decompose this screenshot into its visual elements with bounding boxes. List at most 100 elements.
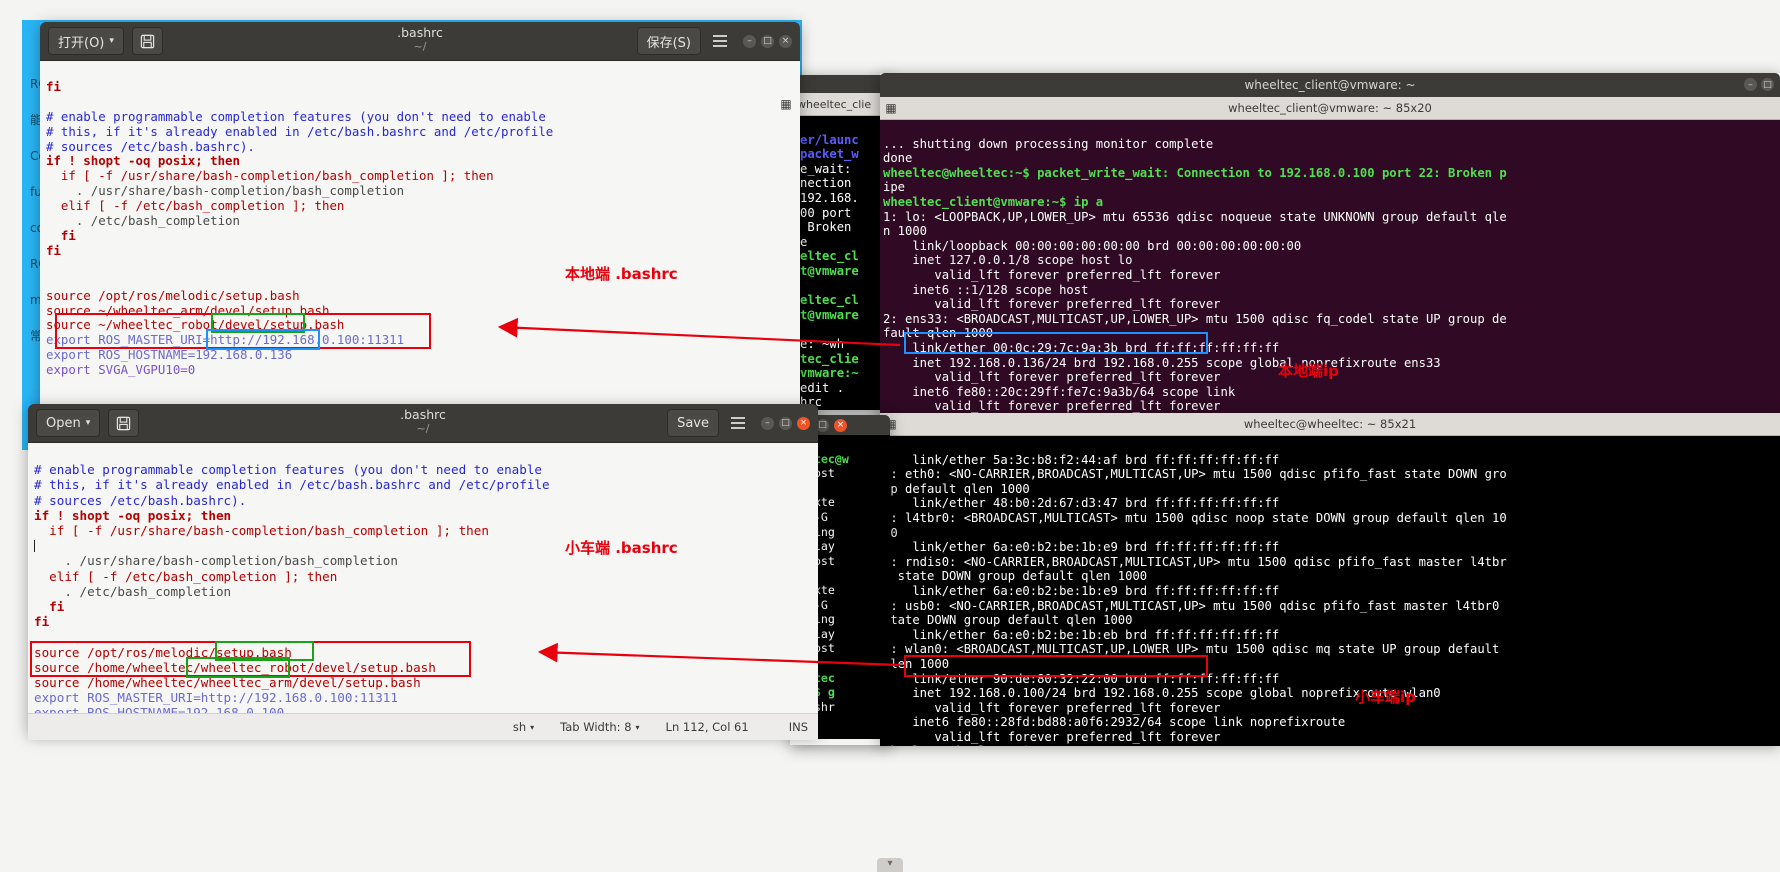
robot-line-4: 4: l4tbr0: <BROADCAST,MULTICAST> mtu 150…	[883, 510, 1507, 525]
local-code-3: # this, if it's already enabled in /etc/…	[46, 123, 554, 139]
robot-line-8: 0 state DOWN group default qlen 1000	[883, 569, 1148, 584]
terminal-window-robot[interactable]: ▦ wheeltec@wheeltec: ~ 85x21 link/ether …	[880, 413, 1780, 746]
terminal-client-titlebar[interactable]: wheeltec_client@vmware: ~ – □	[880, 73, 1780, 97]
robot-code-6: elif [ -f /etc/bash_completion ]; then	[34, 568, 338, 584]
save-icon-button[interactable]	[108, 409, 140, 437]
open-button-label: Open	[46, 415, 81, 431]
client-line-2: wheeltec@wheeltec:~$ packet_write_wait: …	[883, 165, 1507, 180]
desktop-background: ROS 能命 Con fun com ROS move 常用 ▦ wheelte…	[0, 0, 1780, 872]
client-line-0: ... shutting down processing monitor com…	[883, 136, 1214, 151]
local-code-6: if [ -f /usr/share/bash-completion/bash_…	[46, 168, 494, 184]
robot-code-4: if [ -f /usr/share/bash-completion/bash_…	[34, 523, 489, 539]
terminal-robot-tab-title[interactable]: wheeltec@wheeltec: ~ 85x21	[880, 417, 1780, 431]
open-button[interactable]: 打开(O) ▾	[48, 27, 124, 55]
local-code-11: fi	[46, 242, 61, 258]
terminal-bg-tab-label[interactable]: wheeltec_clie	[797, 98, 871, 111]
robot-line-6: link/ether 6a:e0:b2:be:1b:e9 brd ff:ff:f…	[883, 540, 1280, 555]
local-code-4: # sources /etc/bash.bashrc).	[46, 138, 255, 154]
terminal-tab-icon: ▦	[780, 97, 792, 111]
terminal-bg-tabbar[interactable]: ▦ wheeltec_clie	[775, 93, 891, 116]
chevron-down-icon: ▾	[109, 36, 114, 46]
local-code-2: # enable programmable completion feature…	[46, 108, 546, 124]
gedit-local-titlebar[interactable]: 打开(O) ▾ .bashrc ~/ 保存(S) – □ ×	[40, 22, 800, 61]
close-button[interactable]: ×	[797, 416, 810, 430]
gedit-robot-statusbar: sh ▾ Tab Width: 8 ▾ Ln 112, Col 61 INS	[28, 713, 818, 740]
terminal-client-window-buttons[interactable]: – □	[1744, 78, 1774, 91]
robot-line-12: link/ether 6a:e0:b2:be:1b:eb brd ff:ff:f…	[883, 627, 1280, 642]
local-code-8: elif [ -f /etc/bash_completion ]; then	[46, 198, 345, 214]
client-line-7: link/loopback 00:00:00:00:00:00 brd 00:0…	[883, 238, 1302, 253]
dock-indicator[interactable]: ▾	[877, 858, 903, 872]
robot-code-5: . /usr/share/bash-completion/bash_comple…	[34, 553, 398, 569]
save-button[interactable]: 保存(S)	[636, 27, 701, 55]
client-line-10: inet6 ::1/128 scope host	[883, 282, 1089, 297]
client-line-15: inet 192.168.0.136/24 brd 192.168.0.255 …	[883, 355, 1441, 370]
terminal-robot-tabbar[interactable]: ▦ wheeltec@wheeltec: ~ 85x21	[880, 413, 1780, 436]
save-button-label: 保存(S)	[646, 35, 691, 51]
save-button[interactable]: Save	[667, 409, 719, 437]
text-cursor	[34, 540, 35, 553]
tab-width-label: Tab Width: 8	[560, 720, 632, 734]
open-button[interactable]: Open ▾	[36, 409, 101, 437]
local-code-7: . /usr/share/bash-completion/bash_comple…	[46, 183, 405, 199]
terminal-client-tabbar[interactable]: ▦ wheeltec_client@vmware: ~ 85x20	[880, 97, 1780, 120]
robot-line-19: valid_lft forever preferred_lft forever	[883, 729, 1221, 744]
terminal-client-tab-title[interactable]: wheeltec_client@vmware: ~ 85x20	[880, 101, 1780, 115]
close-button[interactable]: ×	[779, 34, 792, 48]
cursor-position-label: Ln 112, Col 61	[665, 720, 749, 734]
robot-code-7: . /etc/bash_completion	[34, 583, 232, 599]
robot-line-10: 6: usb0: <NO-CARRIER,BROADCAST,MULTICAST…	[883, 598, 1500, 613]
save-button-label: Save	[677, 415, 709, 431]
robot-line-2: up default qlen 1000	[883, 481, 1030, 496]
gedit-local-text-area[interactable]: fi # enable programmable completion feat…	[40, 61, 800, 417]
save-icon-button[interactable]	[131, 27, 163, 55]
insert-mode-label: INS	[788, 720, 808, 734]
client-line-11: valid_lft forever preferred_lft forever	[883, 297, 1221, 312]
local-code-0: fi	[46, 78, 61, 94]
robot-code-14: export ROS_MASTER_URI=http://192.168.0.1…	[34, 690, 398, 706]
gedit-robot-titlebar[interactable]: Open ▾ .bashrc ~/ Save – □ ×	[28, 404, 818, 443]
maximize-button[interactable]: □	[761, 34, 774, 48]
robot-code-9: fi	[34, 614, 50, 630]
annotation-local-ip: 本地端ip	[1278, 362, 1339, 380]
terminal-client-title: wheeltec_client@vmware: ~	[1244, 78, 1416, 92]
language-label: sh	[512, 720, 527, 734]
client-line-16: valid_lft forever preferred_lft forever	[883, 370, 1221, 385]
highlight-box-hostname-ip-local	[206, 329, 320, 350]
local-code-14: source /opt/ros/melodic/setup.bash	[46, 287, 300, 303]
gedit-window-robot[interactable]: Open ▾ .bashrc ~/ Save – □ × # enable pr…	[28, 404, 818, 740]
tab-width-selector[interactable]: Tab Width: 8 ▾	[560, 720, 639, 734]
client-line-12: 2: ens33: <BROADCAST,MULTICAST,UP,LOWER_…	[883, 311, 1507, 326]
gedit-robot-window-buttons[interactable]: – □ ×	[761, 416, 810, 430]
chevron-down-icon: ▾	[85, 418, 91, 428]
terminal-tab-icon: ▦	[885, 417, 897, 431]
hamburger-menu-icon[interactable]	[709, 30, 731, 52]
robot-code-1: # this, if it's already enabled in /etc/…	[34, 477, 550, 493]
maximize-button[interactable]: □	[779, 416, 792, 430]
robot-code-0: # enable programmable completion feature…	[34, 462, 542, 478]
language-selector[interactable]: sh ▾	[513, 720, 534, 734]
gedit-local-window-buttons[interactable]: – □ ×	[743, 34, 792, 48]
client-line-6: n 1000	[883, 224, 928, 239]
minimize-button[interactable]: –	[743, 34, 756, 48]
hamburger-menu-icon[interactable]	[727, 412, 749, 434]
local-code-19: export SVGA_VGPU10=0	[46, 362, 196, 378]
maximize-button[interactable]: □	[1761, 78, 1774, 91]
robot-line-9: link/ether 6a:e0:b2:be:1b:e9 brd ff:ff:f…	[883, 583, 1280, 598]
highlight-box-terminal-local-ip	[904, 332, 1208, 354]
save-disk-icon	[117, 416, 131, 430]
client-line-17: inet6 fe80::20c:29ff:fe7c:9a3b/64 scope …	[883, 384, 1236, 399]
close-button[interactable]: ×	[834, 418, 847, 432]
robot-line-0: link/ether 5a:3c:b8:f2:44:af brd ff:ff:f…	[883, 452, 1280, 467]
client-line-18: valid_lft forever preferred_lft forever	[883, 399, 1221, 414]
robot-line-11: state DOWN group default qlen 1000	[883, 613, 1133, 628]
local-code-10: fi	[46, 227, 76, 243]
chevron-down-icon: ▾	[635, 722, 640, 732]
minimize-button[interactable]: –	[761, 416, 774, 430]
gedit-window-local[interactable]: 打开(O) ▾ .bashrc ~/ 保存(S) – □ × fi # enab…	[40, 22, 800, 417]
minimize-button[interactable]: –	[1744, 78, 1757, 91]
client-line-1: done	[883, 151, 913, 166]
highlight-box-terminal-robot-ip	[904, 655, 1208, 677]
robot-line-20: wheeltec@wheeltec:~$	[883, 744, 1037, 746]
robot-code-15: export ROS_HOSTNAME=192.168.0.100	[34, 705, 285, 713]
